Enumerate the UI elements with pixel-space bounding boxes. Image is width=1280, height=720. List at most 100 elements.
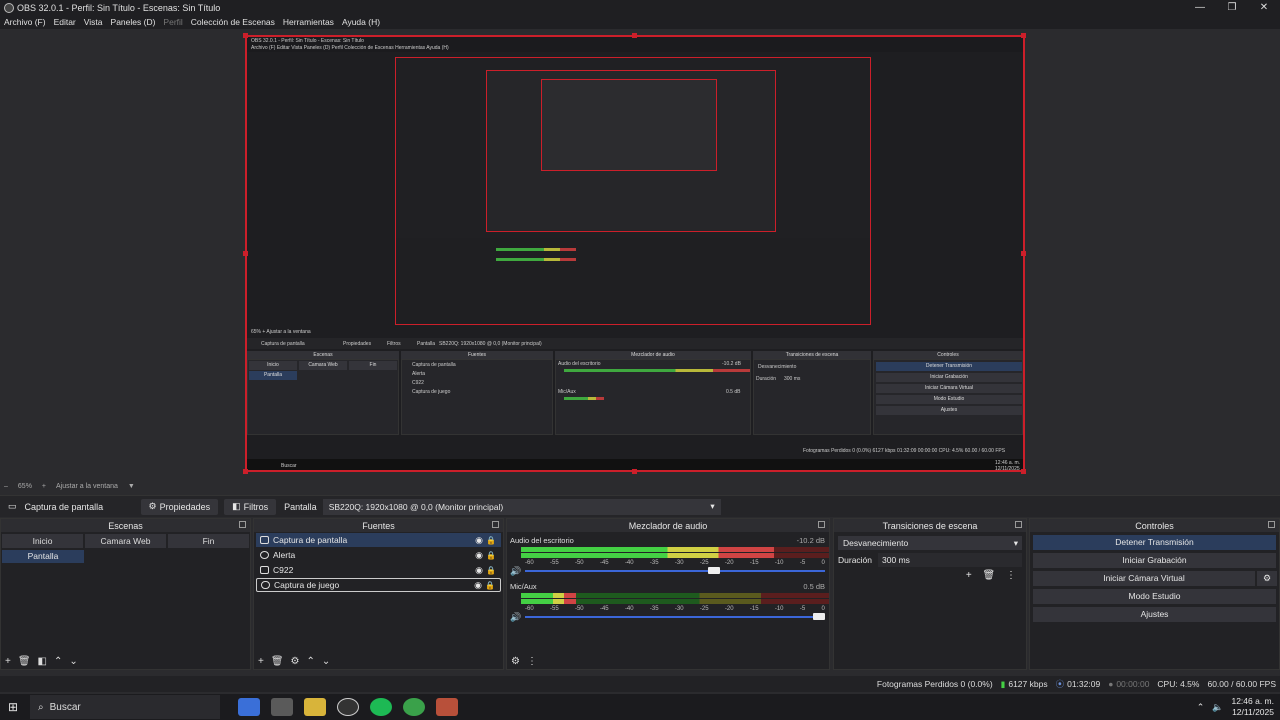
menu-archivo[interactable]: Archivo (F)	[4, 17, 46, 27]
filters-label: Filtros	[243, 501, 269, 512]
resize-handle-l[interactable]	[243, 251, 248, 256]
trash-icon[interactable]: 🗑	[983, 570, 996, 581]
lock-icon[interactable]: 🔒	[486, 551, 496, 560]
start-record-button[interactable]: Iniciar Grabación	[1033, 553, 1276, 568]
stop-stream-button[interactable]: Detener Transmisión	[1033, 535, 1276, 550]
more-icon[interactable]: ⋮	[1006, 570, 1016, 581]
meter-fill	[521, 599, 577, 604]
chevron-up-icon[interactable]: ⌃	[1197, 702, 1205, 713]
volume-knob[interactable]	[813, 613, 826, 620]
store-icon[interactable]	[271, 698, 293, 716]
obs-icon[interactable]	[337, 698, 359, 716]
undock-icon[interactable]	[1015, 521, 1022, 528]
gear-icon[interactable]: ⚙	[1257, 571, 1277, 586]
menu-editar[interactable]: Editar	[54, 17, 76, 27]
preview-source-capture[interactable]: OBS 32.0.1 - Perfil: Sin Título - Escena…	[245, 35, 1025, 472]
properties-button[interactable]: ⚙ Propiedades	[140, 498, 219, 515]
taskbar-search[interactable]: ⌕ Buscar	[30, 695, 220, 719]
nested-channel-1-db: -10.2 dB	[722, 361, 741, 367]
source-row[interactable]: Captura de pantalla ◉ 🔒	[256, 533, 501, 547]
source-row[interactable]: C922 ◉ 🔒	[256, 563, 501, 577]
app-icon[interactable]	[436, 698, 458, 716]
zoom-plus-button[interactable]: +	[42, 483, 46, 490]
eye-icon[interactable]: ◉	[475, 550, 483, 561]
lock-icon[interactable]: 🔒	[485, 581, 495, 590]
resize-handle-r[interactable]	[1021, 251, 1026, 256]
resize-handle-t[interactable]	[632, 33, 637, 38]
resize-handle-br[interactable]	[1021, 469, 1026, 474]
menu-herramientas[interactable]: Herramientas	[283, 17, 334, 27]
zoom-minus-button[interactable]: –	[4, 483, 8, 490]
speaker-icon[interactable]: 🔊	[510, 566, 521, 577]
resize-handle-b[interactable]	[632, 469, 637, 474]
scene-item-pantalla[interactable]: Pantalla	[2, 550, 84, 563]
camera-icon	[260, 566, 269, 574]
add-icon[interactable]: +	[966, 570, 972, 581]
copilot-icon[interactable]	[238, 698, 260, 716]
nested-status: Fotogramas Perdidos 0 (0.0%) 6127 kbps 0…	[803, 448, 1006, 454]
more-icon[interactable]: ⋮	[527, 656, 537, 667]
gear-icon[interactable]: ⚙	[291, 656, 300, 667]
windows-start-icon[interactable]: ⊞	[0, 694, 26, 720]
filter-icon[interactable]: ◧	[38, 656, 47, 667]
minimize-button[interactable]: —	[1184, 0, 1216, 15]
up-icon[interactable]: ⌃	[54, 656, 62, 667]
source-row[interactable]: Captura de juego ◉ 🔒	[256, 578, 501, 592]
close-button[interactable]: ✕	[1248, 0, 1280, 15]
undock-icon[interactable]	[239, 521, 246, 528]
clock[interactable]: 12:46 a. m. 12/11/2025	[1231, 696, 1274, 718]
spotify-icon[interactable]	[370, 698, 392, 716]
undock-icon[interactable]	[818, 521, 825, 528]
add-icon[interactable]: +	[5, 656, 11, 667]
virtualcam-label: Iniciar Cámara Virtual	[1103, 573, 1185, 583]
down-icon[interactable]: ⌄	[69, 656, 77, 667]
volume-control: 🔊	[510, 612, 829, 622]
up-icon[interactable]: ⌃	[307, 656, 315, 667]
advanced-audio-icon[interactable]: ⚙	[511, 656, 520, 667]
eye-icon[interactable]: ◉	[475, 535, 483, 546]
start-virtualcam-button[interactable]: Iniciar Cámara Virtual ⚙	[1033, 571, 1277, 586]
volume-icon[interactable]: 🔈	[1212, 702, 1223, 713]
scene-tab-fin[interactable]: Fin	[168, 534, 249, 548]
monitor-icon: ▭	[8, 501, 17, 511]
eye-icon[interactable]: ◉	[474, 580, 482, 591]
menu-paneles[interactable]: Paneles (D)	[111, 17, 156, 27]
screen-select[interactable]: SB220Q: 1920x1080 @ 0,0 (Monitor princip…	[322, 498, 721, 515]
zoom-fit-button[interactable]: Ajustar a la ventana	[56, 483, 118, 490]
trash-icon[interactable]: 🗑	[18, 656, 31, 667]
eye-icon[interactable]: ◉	[475, 565, 483, 576]
duration-input[interactable]: 300 ms	[878, 553, 1022, 567]
resize-handle-bl[interactable]	[243, 469, 248, 474]
menu-vista[interactable]: Vista	[84, 17, 103, 27]
menu-ayuda[interactable]: Ayuda (H)	[342, 17, 380, 27]
menu-coleccion[interactable]: Colección de Escenas	[191, 17, 275, 27]
lock-icon[interactable]: 🔒	[486, 566, 496, 575]
undock-icon[interactable]	[492, 521, 499, 528]
zoom-dropdown-icon[interactable]: ▼	[128, 483, 135, 490]
scene-tab-camara[interactable]: Camara Web	[85, 534, 166, 548]
lock-icon[interactable]: 🔒	[486, 536, 496, 545]
volume-slider[interactable]	[525, 567, 826, 574]
undock-icon[interactable]	[1268, 521, 1275, 528]
settings-button[interactable]: Ajustes	[1033, 607, 1276, 622]
maximize-button[interactable]: ❐	[1216, 0, 1248, 15]
nested-inner-meter-2	[496, 258, 576, 261]
file-explorer-icon[interactable]	[304, 698, 326, 716]
audio-mixer-dock: Mezclador de audio Audio del escritorio -…	[506, 518, 830, 670]
volume-slider[interactable]	[525, 613, 826, 620]
add-icon[interactable]: +	[258, 656, 264, 667]
speaker-icon[interactable]: 🔊	[510, 612, 521, 623]
trash-icon[interactable]: 🗑	[271, 656, 284, 667]
resize-handle-tr[interactable]	[1021, 33, 1026, 38]
studio-mode-button[interactable]: Modo Estudio	[1033, 589, 1276, 604]
filters-button[interactable]: ◧ Filtros	[224, 498, 277, 515]
channel-db: 0.5 dB	[803, 582, 825, 591]
source-row[interactable]: Alerta ◉ 🔒	[256, 548, 501, 562]
down-icon[interactable]: ⌄	[322, 656, 330, 667]
scene-tab-inicio[interactable]: Inicio	[2, 534, 83, 548]
volume-knob[interactable]	[708, 567, 721, 574]
transition-select[interactable]: Desvanecimiento ▾	[838, 536, 1022, 550]
chrome-icon[interactable]	[403, 698, 425, 716]
resize-handle-tl[interactable]	[243, 33, 248, 38]
title-bar: OBS 32.0.1 - Perfil: Sin Título - Escena…	[0, 0, 1280, 15]
